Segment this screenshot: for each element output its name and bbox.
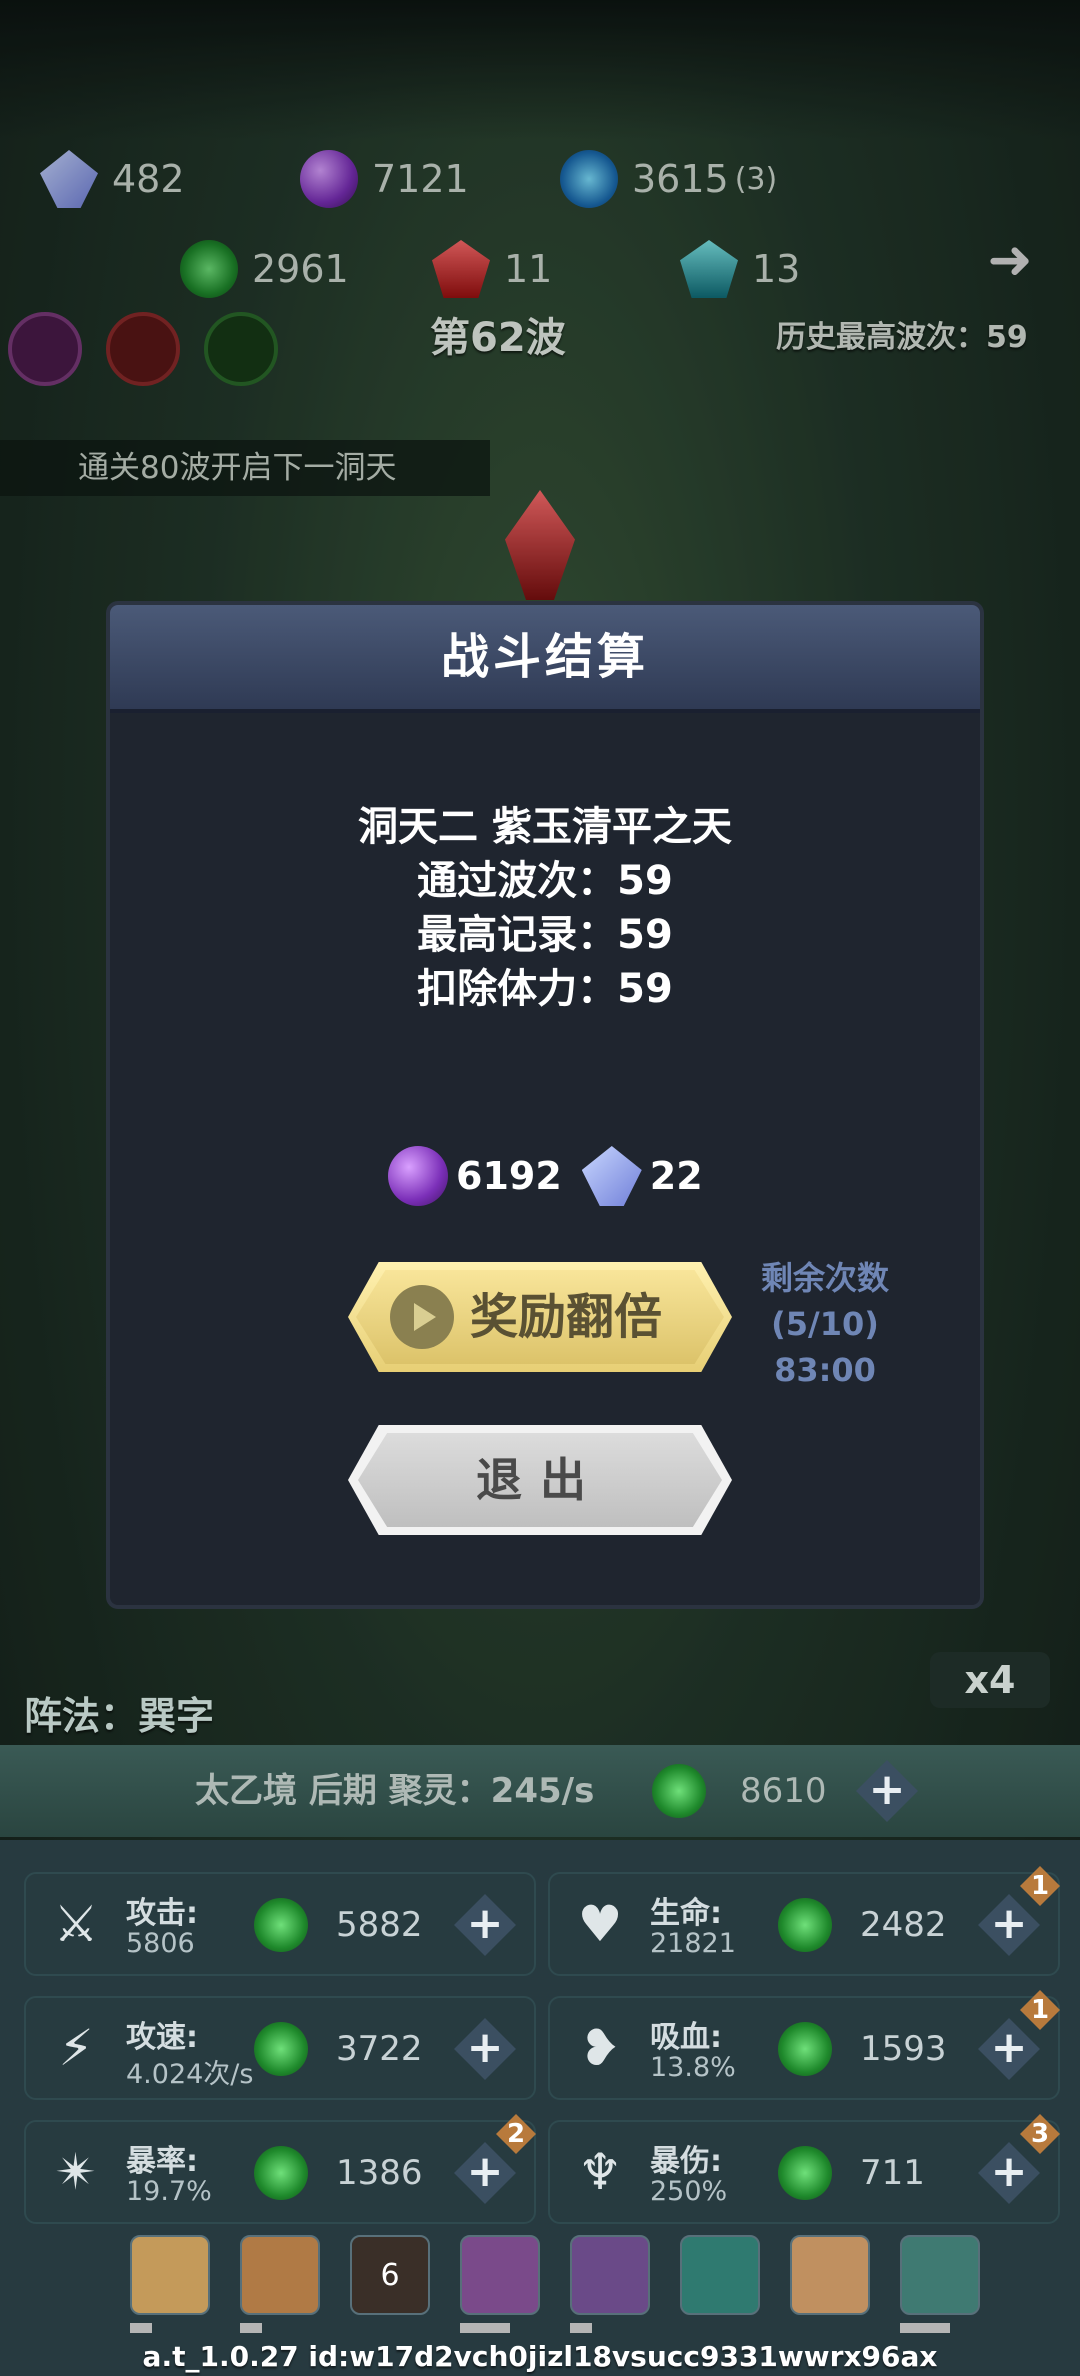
skill-icon: [680, 2235, 760, 2315]
crit-rate-icon: ✴: [55, 2143, 97, 2201]
stat-crit-damage: ♆ 暴伤: 250% 711 + 3: [548, 2114, 1060, 2224]
skill-cooldown: [460, 2323, 510, 2333]
skill-slot[interactable]: [240, 2235, 320, 2333]
purple-orb-icon: [388, 1146, 448, 1206]
attack-speed-icon: ⚡: [58, 2019, 94, 2077]
green-spirit-icon: [652, 1764, 706, 1818]
skill-slot[interactable]: [130, 2235, 210, 2333]
crystal-icon: [581, 1146, 642, 1206]
heart-icon: ♥: [577, 1895, 623, 1953]
upgrade-health-button[interactable]: +: [978, 1894, 1040, 1956]
skill-cooldown: [900, 2323, 950, 2333]
upgrade-attack-speed-button[interactable]: +: [454, 2018, 516, 2080]
skill-bar: 6: [130, 2235, 980, 2333]
skill-icon: [790, 2235, 870, 2315]
speed-toggle-button[interactable]: x4: [930, 1652, 1050, 1708]
stat-health: ♥ 生命: 21821 2482 + 1: [548, 1866, 1060, 1976]
crit-damage-icon: ♆: [577, 2143, 623, 2201]
remaining-count: 剩余次数 (5/10) 83:00: [760, 1259, 889, 1389]
dialog-title: 战斗结算: [440, 629, 649, 685]
exit-button[interactable]: 退出: [358, 1433, 722, 1527]
skill-cooldown: [130, 2323, 152, 2333]
skill-cooldown: [570, 2323, 592, 2333]
skill-icon: [570, 2235, 650, 2315]
reward-orb-amount: 6192: [456, 1154, 562, 1198]
green-spirit-icon: [254, 2146, 308, 2200]
skill-slot[interactable]: [680, 2235, 760, 2333]
stat-attack: ⚔ 攻击: 5806 5882 +: [24, 1872, 536, 1976]
realm-cost: 8610: [740, 1771, 827, 1811]
stat-attack-speed: ⚡ 攻速: 4.024次/s 3722 +: [24, 1996, 536, 2100]
skill-icon: [240, 2235, 320, 2315]
result-waves-passed: 通过波次：59: [417, 858, 673, 904]
green-spirit-icon: [778, 2146, 832, 2200]
result-realm: 洞天二 紫玉清平之天: [358, 804, 732, 850]
result-best-record: 最高记录：59: [417, 912, 673, 958]
reward-crystal-amount: 22: [649, 1154, 703, 1198]
skill-icon: 6: [350, 2235, 430, 2315]
play-video-icon: [390, 1285, 454, 1349]
green-spirit-icon: [778, 1898, 832, 1952]
upgrade-crit-rate-button[interactable]: +: [454, 2142, 516, 2204]
stat-lifesteal: ❥ 吸血: 13.8% 1593 + 1: [548, 1990, 1060, 2100]
green-spirit-icon: [254, 1898, 308, 1952]
result-stamina-cost: 扣除体力：59: [417, 966, 673, 1012]
lifesteal-icon: ❥: [579, 2019, 621, 2077]
upgrade-lifesteal-button[interactable]: +: [978, 2018, 1040, 2080]
skill-slot[interactable]: [790, 2235, 870, 2333]
skill-icon: [460, 2235, 540, 2315]
skill-icon: [130, 2235, 210, 2315]
upgrade-attack-button[interactable]: +: [454, 1894, 516, 1956]
build-version: a.t_1.0.27 id:w17d2vch0jizl18vsucc9331ww…: [142, 2340, 938, 2373]
skill-slot[interactable]: [460, 2235, 540, 2333]
skill-slot[interactable]: [900, 2235, 980, 2333]
reward-list: 6192 22: [388, 1146, 703, 1206]
skill-cooldown: [240, 2323, 262, 2333]
skill-slot[interactable]: [570, 2235, 650, 2333]
green-spirit-icon: [778, 2022, 832, 2076]
sword-icon: ⚔: [53, 1895, 99, 1953]
upgrade-crit-damage-button[interactable]: +: [978, 2142, 1040, 2204]
skill-slot[interactable]: 6: [350, 2235, 430, 2333]
realm-status: 太乙境 后期 聚灵：245/s: [195, 1771, 595, 1811]
skill-icon: [900, 2235, 980, 2315]
green-spirit-icon: [254, 2022, 308, 2076]
formation-label: 阵法：巽字: [24, 1694, 215, 1738]
double-reward-label: 奖励翻倍: [470, 1289, 663, 1345]
stat-crit-rate: ✴ 暴率: 19.7% 1386 + 2: [24, 2114, 536, 2224]
